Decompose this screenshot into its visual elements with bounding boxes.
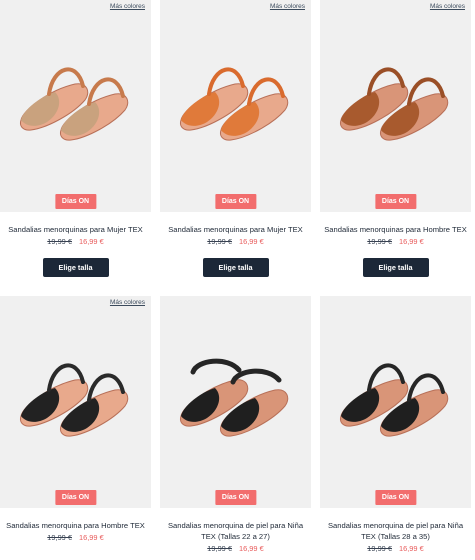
- price-row: 19,99 € 16,99 €: [160, 544, 311, 554]
- choose-size-button[interactable]: Elige talla: [362, 258, 429, 277]
- sale-price: 16,99 €: [79, 533, 104, 542]
- product-image-area[interactable]: Más colores Días ON: [0, 0, 151, 212]
- sale-price: 16,99 €: [239, 544, 264, 553]
- old-price: 19,99 €: [207, 237, 232, 246]
- old-price: 19,99 €: [47, 237, 72, 246]
- price-row: 19,99 € 16,99 €: [0, 533, 151, 543]
- price-row: 19,99 € 16,99 €: [0, 237, 151, 247]
- sandal-black-icon: [340, 363, 449, 437]
- promo-badge: Días ON: [214, 194, 257, 209]
- product-card[interactable]: Días ON Sandalias menorquina de piel par…: [160, 296, 311, 554]
- product-image-area[interactable]: Más colores Días ON: [320, 0, 471, 212]
- product-image-area[interactable]: Días ON: [320, 296, 471, 508]
- old-price: 19,99 €: [367, 237, 392, 246]
- old-price: 19,99 €: [367, 544, 392, 553]
- product-card[interactable]: Más colores Días ON Sandalias menorquina…: [320, 0, 471, 277]
- product-card[interactable]: Días ON Sandalias menorquina de piel par…: [320, 296, 471, 554]
- more-colors-link[interactable]: Más colores: [430, 3, 465, 10]
- sandal-orange-icon: [180, 67, 289, 141]
- product-image-area[interactable]: Días ON: [160, 296, 311, 508]
- promo-badge: Días ON: [374, 490, 417, 505]
- product-name[interactable]: Sandalias menorquina para Hombre TEX: [0, 520, 151, 531]
- sale-price: 16,99 €: [239, 237, 264, 246]
- product-image-area[interactable]: Más colores Días ON: [160, 0, 311, 212]
- choose-size-button[interactable]: Elige talla: [42, 258, 109, 277]
- product-name[interactable]: Sandalias menorquinas para Mujer TEX: [0, 224, 151, 235]
- sale-price: 16,99 €: [79, 237, 104, 246]
- product-card[interactable]: Más colores Días ON Sandalias menorquina…: [160, 0, 311, 277]
- old-price: 19,99 €: [47, 533, 72, 542]
- promo-badge: Días ON: [214, 490, 257, 505]
- more-colors-link[interactable]: Más colores: [110, 299, 145, 306]
- sale-price: 16,99 €: [399, 544, 424, 553]
- choose-size-button[interactable]: Elige talla: [202, 258, 269, 277]
- promo-badge: Días ON: [54, 490, 97, 505]
- product-card[interactable]: Más colores Días ON Sandalias menorquina…: [0, 296, 151, 543]
- product-card[interactable]: Más colores Días ON Sandalias menorquina…: [0, 0, 151, 277]
- product-name[interactable]: Sandalias menorquina de piel para Niña T…: [320, 520, 471, 542]
- product-name[interactable]: Sandalias menorquinas para Hombre TEX: [320, 224, 471, 235]
- promo-badge: Días ON: [54, 194, 97, 209]
- more-colors-link[interactable]: Más colores: [270, 3, 305, 10]
- sandal-brown-icon: [340, 67, 449, 141]
- old-price: 19,99 €: [207, 544, 232, 553]
- price-row: 19,99 € 16,99 €: [320, 237, 471, 247]
- sandal-black-icon: [20, 363, 129, 437]
- product-image-area[interactable]: Más colores Días ON: [0, 296, 151, 508]
- product-name[interactable]: Sandalias menorquina de piel para Niña T…: [160, 520, 311, 542]
- more-colors-link[interactable]: Más colores: [110, 3, 145, 10]
- kids-sandal-black-icon: [180, 358, 289, 437]
- sale-price: 16,99 €: [399, 237, 424, 246]
- promo-badge: Días ON: [374, 194, 417, 209]
- price-row: 19,99 € 16,99 €: [160, 237, 311, 247]
- price-row: 19,99 € 16,99 €: [320, 544, 471, 554]
- sandal-beige-icon: [20, 67, 129, 141]
- product-name[interactable]: Sandalias menorquinas para Mujer TEX: [160, 224, 311, 235]
